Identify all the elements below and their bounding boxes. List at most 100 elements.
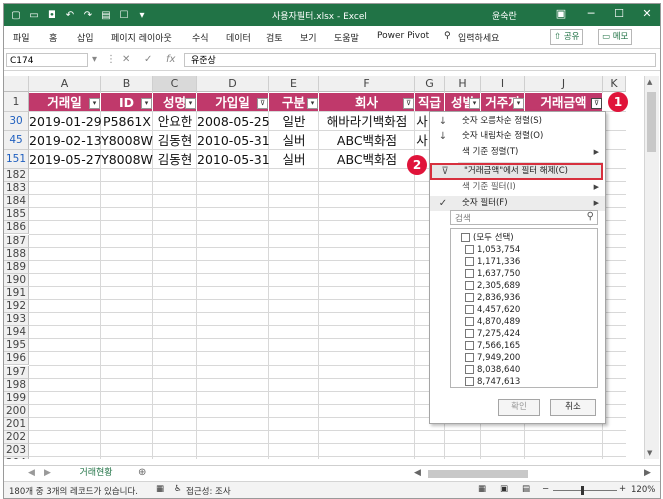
tab-home[interactable]: 홈	[49, 31, 57, 44]
maximize-icon[interactable]: ☐	[610, 7, 628, 23]
filter-values-list[interactable]: (모두 선택) 1,053,754 1,171,336 1,637,750 2,305,…	[450, 228, 598, 388]
row-header[interactable]: 186	[4, 221, 29, 235]
header-cell-rank[interactable]: 직급	[415, 93, 445, 112]
checkbox-icon[interactable]	[465, 293, 474, 302]
sort-descending-item[interactable]: ↓ 숫자 내림차순 정렬(O)	[430, 129, 605, 144]
sort-by-color-item[interactable]: 색 기준 정렬(T) ▶	[430, 145, 605, 160]
col-header-i[interactable]: I	[481, 76, 525, 92]
filter-search-input[interactable]: 검색 ⚲	[450, 210, 598, 225]
col-header-h[interactable]: H	[445, 76, 481, 92]
zoom-out-icon[interactable]: −	[542, 484, 549, 494]
minimize-icon[interactable]: ─	[582, 7, 600, 23]
row-header[interactable]: 192	[4, 300, 29, 314]
checkbox-icon[interactable]	[465, 257, 474, 266]
filter-dropdown-icon[interactable]: ▾	[469, 98, 480, 109]
row-header[interactable]: 151	[4, 150, 29, 169]
cell-b45[interactable]: Y8008W	[101, 132, 153, 150]
cell-d151[interactable]: 2010-05-31	[197, 151, 269, 169]
filter-value-item[interactable]: 8,747,613	[465, 376, 520, 387]
row-header[interactable]: 190	[4, 273, 29, 287]
checkbox-icon[interactable]	[465, 353, 474, 362]
tell-me-input[interactable]: 입력하세요	[458, 31, 499, 44]
normal-view-icon[interactable]: ▦	[478, 484, 486, 494]
row-header[interactable]: 30	[4, 112, 29, 131]
header-cell-company[interactable]: 회사	[319, 93, 415, 112]
accessibility-icon[interactable]: ♿	[174, 484, 182, 494]
redo-icon[interactable]: ↷	[82, 9, 94, 21]
comment-button[interactable]: ▭ 메모	[598, 29, 633, 45]
col-header-c[interactable]: C	[153, 76, 197, 92]
scroll-down-icon[interactable]: ▼	[647, 449, 652, 457]
tab-help[interactable]: 도움말	[334, 31, 359, 44]
cell-b151[interactable]: Y8008W	[101, 151, 153, 169]
vertical-scrollbar[interactable]: ▲ ▼	[644, 76, 659, 459]
filter-by-color-item[interactable]: 색 기준 필터(I) ▶	[430, 180, 605, 195]
cell-e45[interactable]: 실버	[269, 132, 319, 150]
checkbox-icon[interactable]	[461, 233, 470, 242]
enter-icon[interactable]: ✓	[144, 54, 152, 65]
col-header-j[interactable]: J	[525, 76, 603, 92]
row-header[interactable]: 182	[4, 169, 29, 183]
tab-insert[interactable]: 삽입	[77, 31, 94, 44]
tab-power-pivot[interactable]: Power Pivot	[377, 31, 429, 41]
cancel-icon[interactable]: ✕	[122, 54, 130, 65]
row-header[interactable]: 201	[4, 417, 29, 431]
zoom-level[interactable]: 120%	[631, 485, 655, 495]
insert-function-icon[interactable]: fx	[166, 54, 175, 65]
col-header-g[interactable]: G	[415, 76, 445, 92]
cell-e151[interactable]: 실버	[269, 151, 319, 169]
col-header-a[interactable]: A	[29, 76, 101, 92]
cell-g45[interactable]: 사	[415, 132, 429, 150]
tab-data[interactable]: 데이터	[226, 31, 251, 44]
search-icon[interactable]: ⚲	[444, 31, 451, 41]
filter-active-icon[interactable]: ⊽	[257, 98, 268, 109]
row-header[interactable]: 185	[4, 208, 29, 222]
cell-c30[interactable]: 안요한	[153, 113, 197, 131]
filter-dropdown-icon[interactable]: ▾	[89, 98, 100, 109]
cell-f151[interactable]: ABC백화점	[319, 151, 415, 169]
col-header-k[interactable]: K	[603, 76, 626, 92]
col-header-b[interactable]: B	[101, 76, 153, 92]
filter-dropdown-icon[interactable]: ▾	[513, 98, 524, 109]
zoom-in-icon[interactable]: +	[619, 484, 626, 494]
accessibility-status[interactable]: 접근성: 조사	[186, 485, 231, 497]
new-file-icon[interactable]: ▢	[10, 9, 22, 21]
clear-filter-item[interactable]: ⊽ "거래금액"에서 필터 해제(C)	[430, 163, 603, 180]
cell-a151[interactable]: 2019-05-27	[29, 151, 101, 169]
save-icon[interactable]: ◘	[46, 9, 58, 21]
checkbox-icon[interactable]	[465, 329, 474, 338]
tab-formulas[interactable]: 수식	[192, 31, 209, 44]
ok-button[interactable]: 확인	[498, 399, 540, 416]
filter-dropdown-icon[interactable]: ▾	[185, 98, 196, 109]
page-layout-view-icon[interactable]: ▣	[500, 484, 508, 494]
formula-input[interactable]: 유준상	[184, 53, 656, 67]
scroll-up-icon[interactable]: ▲	[647, 78, 652, 86]
filter-active-icon[interactable]: ⊽	[591, 98, 602, 109]
checkbox-icon[interactable]	[465, 269, 474, 278]
row-header[interactable]: 187	[4, 234, 29, 248]
ribbon-display-icon[interactable]: ▣	[552, 7, 570, 23]
cell-a45[interactable]: 2019-02-13	[29, 132, 101, 150]
cell-f30[interactable]: 해바라기백화점	[319, 113, 415, 131]
checkbox-icon[interactable]	[465, 377, 474, 386]
open-file-icon[interactable]: ▭	[28, 9, 40, 21]
cell-g30[interactable]: 사	[415, 113, 429, 131]
number-filter-item[interactable]: ✓ 숫자 필터(F) ▶	[430, 196, 605, 211]
scroll-thumb[interactable]	[647, 92, 656, 152]
checkbox-icon[interactable]	[465, 317, 474, 326]
row-header[interactable]: 197	[4, 365, 29, 379]
share-button[interactable]: ⇧ 공유	[550, 29, 584, 45]
macro-record-icon[interactable]: ▦	[156, 484, 164, 494]
zoom-slider-thumb[interactable]	[581, 486, 584, 495]
sort-ascending-item[interactable]: ↓ 숫자 오름차순 정렬(S)	[430, 114, 605, 129]
row-header[interactable]: 188	[4, 247, 29, 261]
tab-file[interactable]: 파일	[13, 31, 30, 44]
row-header[interactable]: 45	[4, 131, 29, 150]
prev-sheet-icon[interactable]: ◀	[28, 468, 35, 478]
row-header[interactable]: 191	[4, 286, 29, 300]
select-all-corner[interactable]	[4, 76, 29, 92]
name-box-dropdown-icon[interactable]: ▾	[92, 54, 97, 65]
filter-dropdown-icon[interactable]: ▾	[307, 98, 318, 109]
page-break-view-icon[interactable]: ▤	[522, 484, 530, 494]
checkbox-icon[interactable]	[465, 305, 474, 314]
